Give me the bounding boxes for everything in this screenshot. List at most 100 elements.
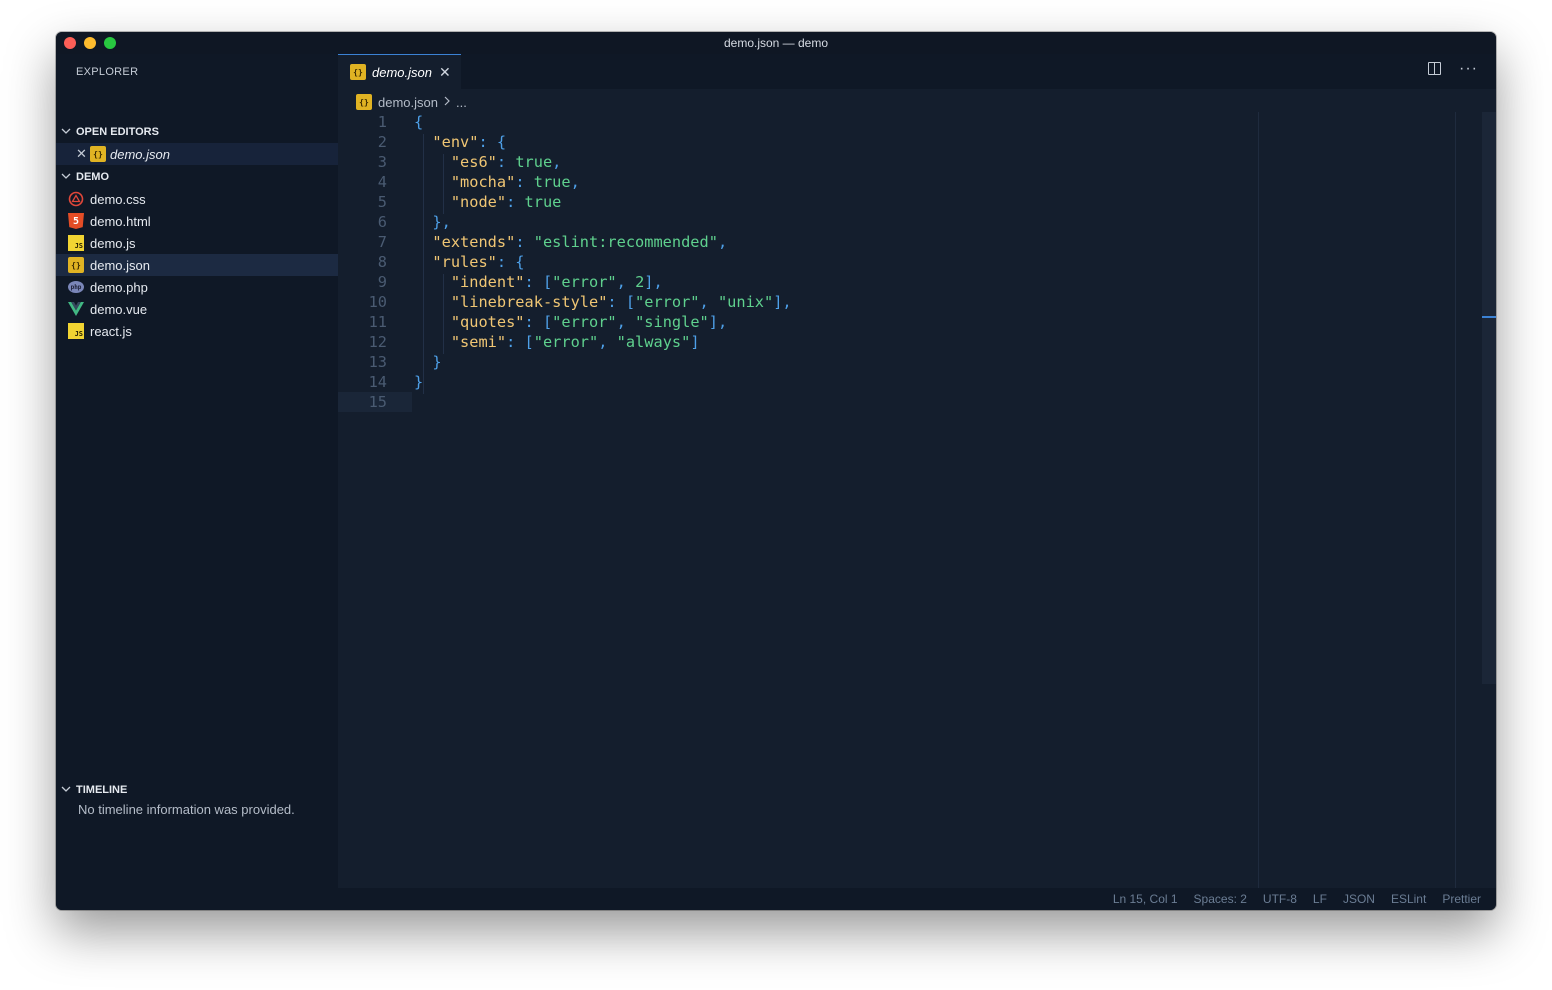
json-key: "extends" bbox=[432, 233, 516, 251]
tab-bar: {} demo.json ✕ ··· bbox=[338, 54, 1496, 89]
json-key: "mocha" bbox=[450, 173, 516, 191]
file-encoding[interactable]: UTF-8 bbox=[1263, 892, 1297, 906]
code-line: 7 "extends": "eslint:recommended", bbox=[338, 232, 1496, 252]
breadcrumb-symbol[interactable]: ... bbox=[456, 95, 467, 110]
line-number: 7 bbox=[377, 233, 387, 251]
tab-demo-json[interactable]: {} demo.json ✕ bbox=[338, 54, 461, 89]
timeline-empty-message: No timeline information was provided. bbox=[78, 802, 295, 817]
code-line: 12 "semi": ["error", "always"] bbox=[338, 332, 1496, 352]
css-file-icon bbox=[68, 191, 84, 207]
file-item-demo-vue[interactable]: demo.vue bbox=[56, 298, 338, 320]
json-file-icon: {} bbox=[350, 64, 366, 80]
cursor-position[interactable]: Ln 15, Col 1 bbox=[1113, 892, 1178, 906]
timeline-label: TIMELINE bbox=[76, 784, 128, 796]
js-file-icon: JS bbox=[68, 235, 84, 251]
json-key: "es6" bbox=[450, 153, 497, 171]
json-key: "semi" bbox=[450, 333, 507, 351]
file-item-demo-json[interactable]: {} demo.json bbox=[56, 254, 338, 276]
code-line: 8 "rules": { bbox=[338, 252, 1496, 272]
language-mode[interactable]: JSON bbox=[1343, 892, 1375, 906]
open-editor-label: demo.json bbox=[110, 146, 170, 162]
tab-label: demo.json bbox=[372, 64, 432, 80]
code-line: 5 "node": true bbox=[338, 192, 1496, 212]
breadcrumb-file[interactable]: demo.json bbox=[378, 95, 438, 110]
file-item-react-js[interactable]: JS react.js bbox=[56, 320, 338, 342]
line-number: 14 bbox=[368, 373, 387, 391]
line-number: 5 bbox=[377, 193, 387, 211]
json-value: true bbox=[533, 173, 571, 191]
line-number: 9 bbox=[377, 273, 387, 291]
json-value: "error" bbox=[635, 293, 700, 311]
html-file-icon: 5 bbox=[68, 213, 84, 229]
split-editor-icon[interactable] bbox=[1428, 62, 1442, 75]
chevron-down-icon bbox=[56, 126, 76, 139]
title-bar: demo.json — demo bbox=[56, 32, 1496, 54]
file-label: demo.css bbox=[90, 191, 146, 207]
chevron-down-icon bbox=[56, 784, 76, 797]
close-icon[interactable]: ✕ bbox=[439, 64, 451, 81]
line-number: 13 bbox=[368, 353, 387, 371]
file-item-demo-html[interactable]: 5 demo.html bbox=[56, 210, 338, 232]
json-value: true bbox=[524, 193, 562, 211]
close-window-button[interactable] bbox=[64, 37, 76, 49]
file-label: demo.json bbox=[90, 257, 150, 273]
json-value: "always" bbox=[616, 333, 691, 351]
line-number: 4 bbox=[377, 173, 387, 191]
line-number: 8 bbox=[377, 253, 387, 271]
current-line: 15 bbox=[338, 392, 412, 412]
json-value: "unix" bbox=[717, 293, 774, 311]
line-number: 15 bbox=[368, 393, 387, 411]
editor-actions: ··· bbox=[1428, 61, 1478, 77]
timeline-header[interactable]: TIMELINE bbox=[56, 779, 338, 801]
json-key: "indent" bbox=[450, 273, 525, 291]
line-number: 3 bbox=[377, 153, 387, 171]
line-number: 1 bbox=[377, 113, 387, 131]
chevron-down-icon bbox=[56, 171, 76, 184]
code-line: 13 } bbox=[338, 352, 1496, 372]
cursor-position-marker bbox=[1482, 316, 1496, 318]
prettier-status[interactable]: Prettier bbox=[1442, 892, 1481, 906]
json-file-icon: {} bbox=[356, 94, 372, 110]
window-title: demo.json — demo bbox=[723, 36, 829, 50]
code-editor[interactable]: 1{ 2 "env": { 3 "es6": true, 4 "mocha": … bbox=[338, 112, 1496, 412]
code-line: 10 "linebreak-style": ["error", "unix"], bbox=[338, 292, 1496, 312]
json-value: "error" bbox=[552, 313, 617, 331]
code-line: 11 "quotes": ["error", "single"], bbox=[338, 312, 1496, 332]
code-line: 3 "es6": true, bbox=[338, 152, 1496, 172]
file-item-demo-php[interactable]: php demo.php bbox=[56, 276, 338, 298]
eslint-status[interactable]: ESLint bbox=[1391, 892, 1426, 906]
file-label: demo.php bbox=[90, 279, 148, 295]
maximize-window-button[interactable] bbox=[104, 37, 116, 49]
file-label: demo.js bbox=[90, 235, 136, 251]
indentation-setting[interactable]: Spaces: 2 bbox=[1194, 892, 1247, 906]
code-line: 1{ bbox=[338, 112, 1496, 132]
file-label: demo.vue bbox=[90, 301, 148, 317]
close-icon[interactable]: ✕ bbox=[76, 146, 90, 162]
json-value: "single" bbox=[635, 313, 709, 331]
open-editor-item[interactable]: ✕ {} demo.json bbox=[56, 143, 338, 165]
json-value: "error" bbox=[533, 333, 599, 351]
json-value: 2 bbox=[635, 273, 645, 291]
file-item-demo-css[interactable]: demo.css bbox=[56, 188, 338, 210]
breadcrumb: {} demo.json ... bbox=[356, 92, 467, 112]
line-number: 2 bbox=[377, 133, 387, 151]
more-actions-icon[interactable]: ··· bbox=[1459, 61, 1478, 77]
json-value: "error" bbox=[552, 273, 617, 291]
minimize-window-button[interactable] bbox=[84, 37, 96, 49]
line-number: 10 bbox=[368, 293, 387, 311]
vertical-scrollbar[interactable] bbox=[1482, 112, 1496, 684]
explorer-sidebar: EXPLORER OPEN EDITORS ✕ {} demo.json DEM… bbox=[56, 54, 338, 888]
demo-folder-label: DEMO bbox=[76, 171, 109, 183]
php-file-icon: php bbox=[68, 281, 84, 293]
file-item-demo-js[interactable]: JS demo.js bbox=[56, 232, 338, 254]
line-ending[interactable]: LF bbox=[1313, 892, 1327, 906]
demo-folder-header[interactable]: DEMO bbox=[56, 166, 338, 188]
chevron-right-icon bbox=[443, 95, 451, 109]
code-line: 4 "mocha": true, bbox=[338, 172, 1496, 192]
code-line: 2 "env": { bbox=[338, 132, 1496, 152]
open-editors-header[interactable]: OPEN EDITORS bbox=[56, 121, 338, 143]
line-number: 12 bbox=[368, 333, 387, 351]
json-file-icon: {} bbox=[90, 146, 106, 162]
status-bar: Ln 15, Col 1 Spaces: 2 UTF-8 LF JSON ESL… bbox=[56, 888, 1496, 910]
js-file-icon: JS bbox=[68, 323, 84, 339]
